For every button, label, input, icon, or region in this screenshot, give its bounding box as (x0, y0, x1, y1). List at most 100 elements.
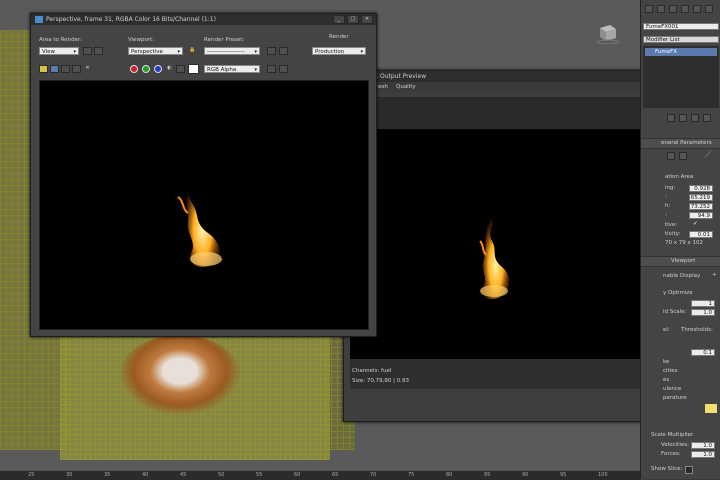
environment-effects-icon[interactable] (279, 47, 288, 55)
show-end-result-icon[interactable] (679, 114, 687, 122)
render-window-titlebar[interactable]: Perspective, frame 31, RGBA Color 16 Bit… (31, 14, 376, 25)
render-setup-icon[interactable] (267, 47, 276, 55)
toggle-ui-overlays-icon[interactable] (267, 65, 276, 73)
ruler-tick: 90 (522, 472, 529, 478)
forces-spinner[interactable]: 1.0 (691, 451, 715, 458)
size-label: Size: 70,79,80 | 0.93 (352, 378, 409, 384)
create-tab-icon[interactable] (645, 5, 653, 13)
hierarchy-tab-icon[interactable] (669, 5, 677, 13)
show-slice-checkbox[interactable] (685, 466, 693, 474)
length-label: h: (665, 203, 671, 209)
motion-tab-icon[interactable] (681, 5, 689, 13)
clone-frame-icon[interactable] (61, 65, 70, 73)
display-tab-icon[interactable] (693, 5, 701, 13)
ruler-tick: 65 (332, 472, 339, 478)
thresholds-label: Thresholds: (681, 327, 713, 333)
spacing-spinner[interactable]: 0.928 (689, 185, 713, 192)
remove-modifier-icon[interactable] (703, 114, 711, 122)
menu-quality[interactable]: Quality (396, 84, 416, 90)
ruler-tick: 30 (66, 472, 73, 478)
fire-preview-image (479, 215, 510, 300)
adaptive-label: tive: (665, 222, 678, 228)
modifier-list-dropdown[interactable]: Modifier List (643, 36, 719, 43)
edit-region-icon[interactable] (83, 47, 92, 55)
fumefx-logo-icon: ⟋ (705, 150, 712, 160)
viewcube-icon[interactable] (594, 22, 620, 44)
temperature-swatch[interactable] (705, 404, 717, 413)
output-preview-title: X Output Preview (374, 73, 427, 80)
sensitivity-spinner[interactable]: 0.01 (689, 231, 713, 238)
sensitivity-label: tivity: (665, 231, 681, 237)
optimize-spinner[interactable]: 1 (691, 300, 715, 307)
auto-region-icon[interactable] (94, 47, 103, 55)
close-icon[interactable]: ✕ (361, 15, 373, 24)
ruler-tick: 80 (446, 472, 453, 478)
output-preview-canvas (350, 129, 660, 359)
viewport-dropdown[interactable]: Perspective (128, 47, 183, 56)
rendered-image-canvas (39, 80, 369, 330)
ruler-tick: 35 (104, 472, 111, 478)
clear-icon[interactable]: ✕ (83, 65, 92, 73)
output-preview-titlebar[interactable]: X Output Preview ✕ (344, 71, 666, 82)
maximize-icon[interactable]: □ (347, 15, 359, 24)
ruler-tick: 85 (484, 472, 491, 478)
optimize-label: y Optimize (663, 290, 693, 296)
output-preview-window[interactable]: X Output Preview ✕ fresh Quality Channel… (343, 70, 667, 422)
spacing-label: ing: (665, 185, 676, 191)
red-channel-toggle[interactable] (130, 65, 138, 73)
print-icon[interactable] (72, 65, 81, 73)
fumefx-ui-icon[interactable] (667, 152, 675, 160)
fire-render-image (177, 173, 222, 268)
adaptive-checkbox[interactable]: ✔ (693, 221, 698, 227)
display-alpha-icon[interactable]: ◐ (165, 65, 174, 73)
make-unique-icon[interactable] (691, 114, 699, 122)
render-preset-dropdown[interactable]: ------------------- (204, 47, 260, 56)
fumefx-run-icon[interactable] (679, 152, 687, 160)
channels-label: Channels: fuel (352, 368, 392, 374)
copy-image-icon[interactable] (50, 65, 59, 73)
plus-icon[interactable]: + (712, 272, 717, 278)
toggle-ui-icon[interactable] (279, 65, 288, 73)
rollout-viewport[interactable]: Viewport (641, 256, 720, 267)
green-channel-toggle[interactable] (142, 65, 150, 73)
show-slice-label: Show Slice: (651, 466, 683, 472)
area-to-render-dropdown[interactable]: View (39, 47, 79, 56)
enable-display-label: nable Display (663, 273, 701, 279)
length-spinner[interactable]: 73.252 (689, 203, 713, 210)
scale-spinner[interactable]: 1.0 (691, 309, 715, 316)
rollout-general-parameters[interactable]: eneral Parameters (641, 138, 720, 149)
width-label: : (665, 194, 667, 200)
ruler-tick: 50 (218, 472, 225, 478)
monochrome-icon[interactable] (176, 65, 185, 73)
simulation-particles (120, 335, 240, 415)
width-spinner[interactable]: 65.219 (689, 194, 713, 201)
ruler-tick: 75 (408, 472, 415, 478)
minimize-icon[interactable]: _ (333, 15, 345, 24)
swatch-white[interactable] (188, 64, 199, 74)
ruler-tick: 45 (180, 472, 187, 478)
channel-dropdown[interactable]: RGB Alpha (204, 65, 260, 74)
save-image-icon[interactable] (39, 65, 48, 73)
stack-item-fumefx[interactable]: FumeFX (645, 48, 717, 56)
pin-stack-icon[interactable] (667, 114, 675, 122)
viewport-label: Viewport: (128, 37, 155, 43)
utilities-tab-icon[interactable] (705, 5, 713, 13)
height-spinner[interactable]: 94.9 (689, 212, 713, 219)
fuel-threshold-spinner[interactable]: 0.1 (691, 349, 715, 356)
velocities-spinner[interactable]: 1.0 (691, 442, 715, 449)
forces-label: Forces: (661, 451, 681, 457)
ruler-tick: 55 (256, 472, 263, 478)
channel-row: cities (663, 368, 678, 374)
render-mode-dropdown[interactable]: Production (312, 47, 366, 56)
render-preset-label: Render Preset: (204, 37, 245, 43)
lock-icon[interactable]: 🔒 (188, 47, 197, 55)
command-panel[interactable]: FumeFX001 Modifier List FumeFX eneral Pa… (640, 0, 720, 479)
channel-row: perature (663, 395, 687, 401)
modifier-stack[interactable]: FumeFX (643, 46, 719, 108)
rendered-frame-window[interactable]: Perspective, frame 31, RGBA Color 16 Bit… (30, 13, 377, 337)
object-name-field[interactable]: FumeFX001 (643, 23, 719, 30)
blue-channel-toggle[interactable] (154, 65, 162, 73)
ruler-tick: 70 (370, 472, 377, 478)
output-preview-toolbar (350, 97, 660, 129)
modify-tab-icon[interactable] (657, 5, 665, 13)
